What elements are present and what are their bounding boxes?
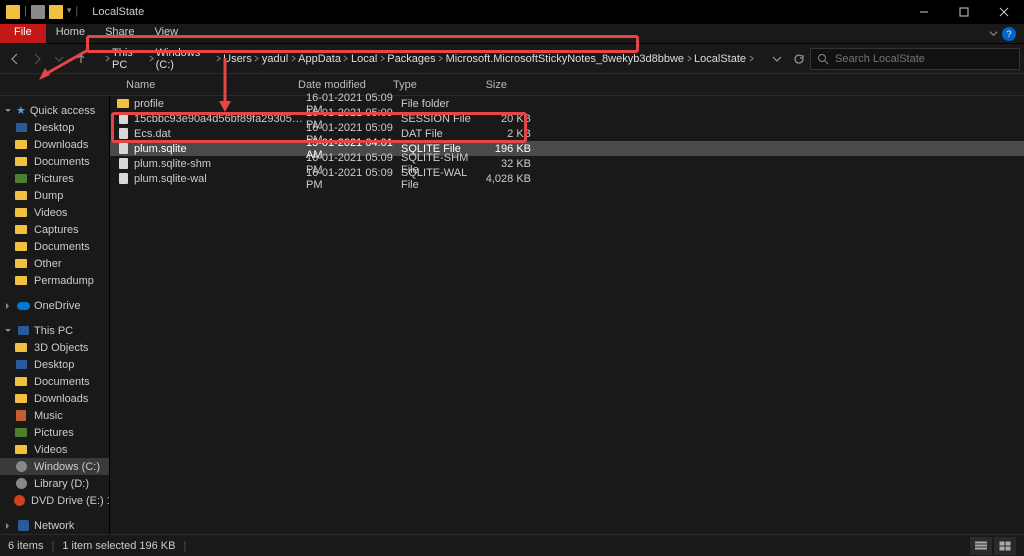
sidebar-item[interactable]: Music	[0, 407, 109, 424]
help-button[interactable]: ?	[1002, 27, 1016, 41]
sidebar-onedrive[interactable]: OneDrive	[0, 297, 109, 314]
column-name[interactable]: Name	[118, 79, 290, 91]
sidebar-item[interactable]: DVD Drive (E:) 16.0.	[0, 492, 109, 509]
status-selected: 1 item selected 196 KB	[62, 540, 175, 552]
sidebar-item[interactable]: Documents	[0, 153, 109, 170]
qat-icon[interactable]	[49, 5, 63, 19]
chevron-down-icon[interactable]	[989, 29, 998, 38]
breadcrumb-item[interactable]: yadul	[262, 53, 298, 65]
table-row[interactable]: profile16-01-2021 05:09 PMFile folder	[110, 96, 1024, 111]
nav-forward-button[interactable]	[26, 48, 48, 70]
breadcrumb[interactable]: This PCWindows (C:)UsersyadulAppDataLoca…	[96, 48, 762, 70]
table-row[interactable]: Ecs.dat16-01-2021 05:09 PMDAT File2 KB	[110, 126, 1024, 141]
table-row[interactable]: 15cbbc93e90a4d56bf89fa29305b8981.st…16-0…	[110, 111, 1024, 126]
search-input[interactable]	[810, 48, 1020, 70]
title-bar: | ▾ | LocalState	[0, 0, 1024, 24]
sidebar-item[interactable]: Documents	[0, 238, 109, 255]
minimize-button[interactable]	[904, 0, 944, 24]
navigation-pane: ★Quick access DesktopDownloadsDocumentsP…	[0, 96, 110, 552]
tab-share[interactable]: Share	[95, 24, 144, 43]
search-field[interactable]	[835, 53, 1013, 65]
nav-back-button[interactable]	[4, 48, 26, 70]
sidebar-item[interactable]: Desktop	[0, 119, 109, 136]
tab-file[interactable]: File	[0, 24, 46, 43]
sidebar-item[interactable]: Videos	[0, 204, 109, 221]
sidebar-this-pc[interactable]: This PC	[0, 322, 109, 339]
nav-recent-dropdown[interactable]	[48, 48, 70, 70]
qat-icon[interactable]	[31, 5, 45, 19]
breadcrumb-item[interactable]: AppData	[298, 53, 351, 65]
ribbon-tabs: File Home Share View ?	[0, 24, 1024, 44]
refresh-button[interactable]	[788, 48, 810, 70]
sidebar-item[interactable]: Permadump	[0, 272, 109, 289]
navigation-bar: This PCWindows (C:)UsersyadulAppDataLoca…	[0, 44, 1024, 74]
breadcrumb-prev-dropdown[interactable]	[766, 48, 788, 70]
breadcrumb-item[interactable]: Local	[351, 53, 387, 65]
view-details-button[interactable]	[970, 537, 992, 555]
sidebar-item[interactable]: Pictures	[0, 170, 109, 187]
close-button[interactable]	[984, 0, 1024, 24]
view-icons-button[interactable]	[994, 537, 1016, 555]
sidebar-item[interactable]: Downloads	[0, 136, 109, 153]
column-headers: Name Date modified Type Size	[0, 74, 1024, 96]
sidebar-item[interactable]: Desktop	[0, 356, 109, 373]
table-row[interactable]: plum.sqlite-shm16-01-2021 05:09 PMSQLITE…	[110, 156, 1024, 171]
breadcrumb-item[interactable]: Packages	[387, 53, 445, 65]
sidebar-item[interactable]: Captures	[0, 221, 109, 238]
sidebar-item[interactable]: Library (D:)	[0, 475, 109, 492]
sidebar-item[interactable]: Windows (C:)	[0, 458, 109, 475]
column-size[interactable]: Size	[465, 79, 515, 91]
tab-home[interactable]: Home	[46, 24, 95, 43]
file-list: profile16-01-2021 05:09 PMFile folder15c…	[110, 96, 1024, 552]
sidebar-item[interactable]: Dump	[0, 187, 109, 204]
sidebar-quick-access[interactable]: ★Quick access	[0, 102, 109, 119]
column-type[interactable]: Type	[385, 79, 465, 91]
status-count: 6 items	[8, 540, 43, 552]
sidebar-item[interactable]: 3D Objects	[0, 339, 109, 356]
maximize-button[interactable]	[944, 0, 984, 24]
breadcrumb-item[interactable]: Microsoft.MicrosoftStickyNotes_8wekyb3d8…	[446, 53, 694, 65]
folder-icon	[6, 5, 20, 19]
column-date[interactable]: Date modified	[290, 79, 385, 91]
sidebar-network[interactable]: Network	[0, 517, 109, 534]
status-bar: 6 items | 1 item selected 196 KB |	[0, 534, 1024, 556]
breadcrumb-item[interactable]: This PC	[112, 47, 156, 71]
breadcrumb-item[interactable]: Users	[223, 53, 262, 65]
search-icon	[817, 53, 829, 65]
tab-view[interactable]: View	[144, 24, 188, 43]
breadcrumb-item[interactable]: Windows (C:)	[156, 47, 224, 71]
sidebar-item[interactable]: Pictures	[0, 424, 109, 441]
sidebar-item[interactable]: Documents	[0, 373, 109, 390]
window-title: LocalState	[84, 6, 144, 18]
nav-up-button[interactable]	[70, 48, 92, 70]
sidebar-item[interactable]: Downloads	[0, 390, 109, 407]
sidebar-item[interactable]: Videos	[0, 441, 109, 458]
table-row[interactable]: plum.sqlite13-01-2021 04:01 AMSQLITE Fil…	[110, 141, 1024, 156]
sidebar-item[interactable]: Other	[0, 255, 109, 272]
table-row[interactable]: plum.sqlite-wal16-01-2021 05:09 PMSQLITE…	[110, 171, 1024, 186]
breadcrumb-item[interactable]: LocalState	[694, 53, 756, 65]
